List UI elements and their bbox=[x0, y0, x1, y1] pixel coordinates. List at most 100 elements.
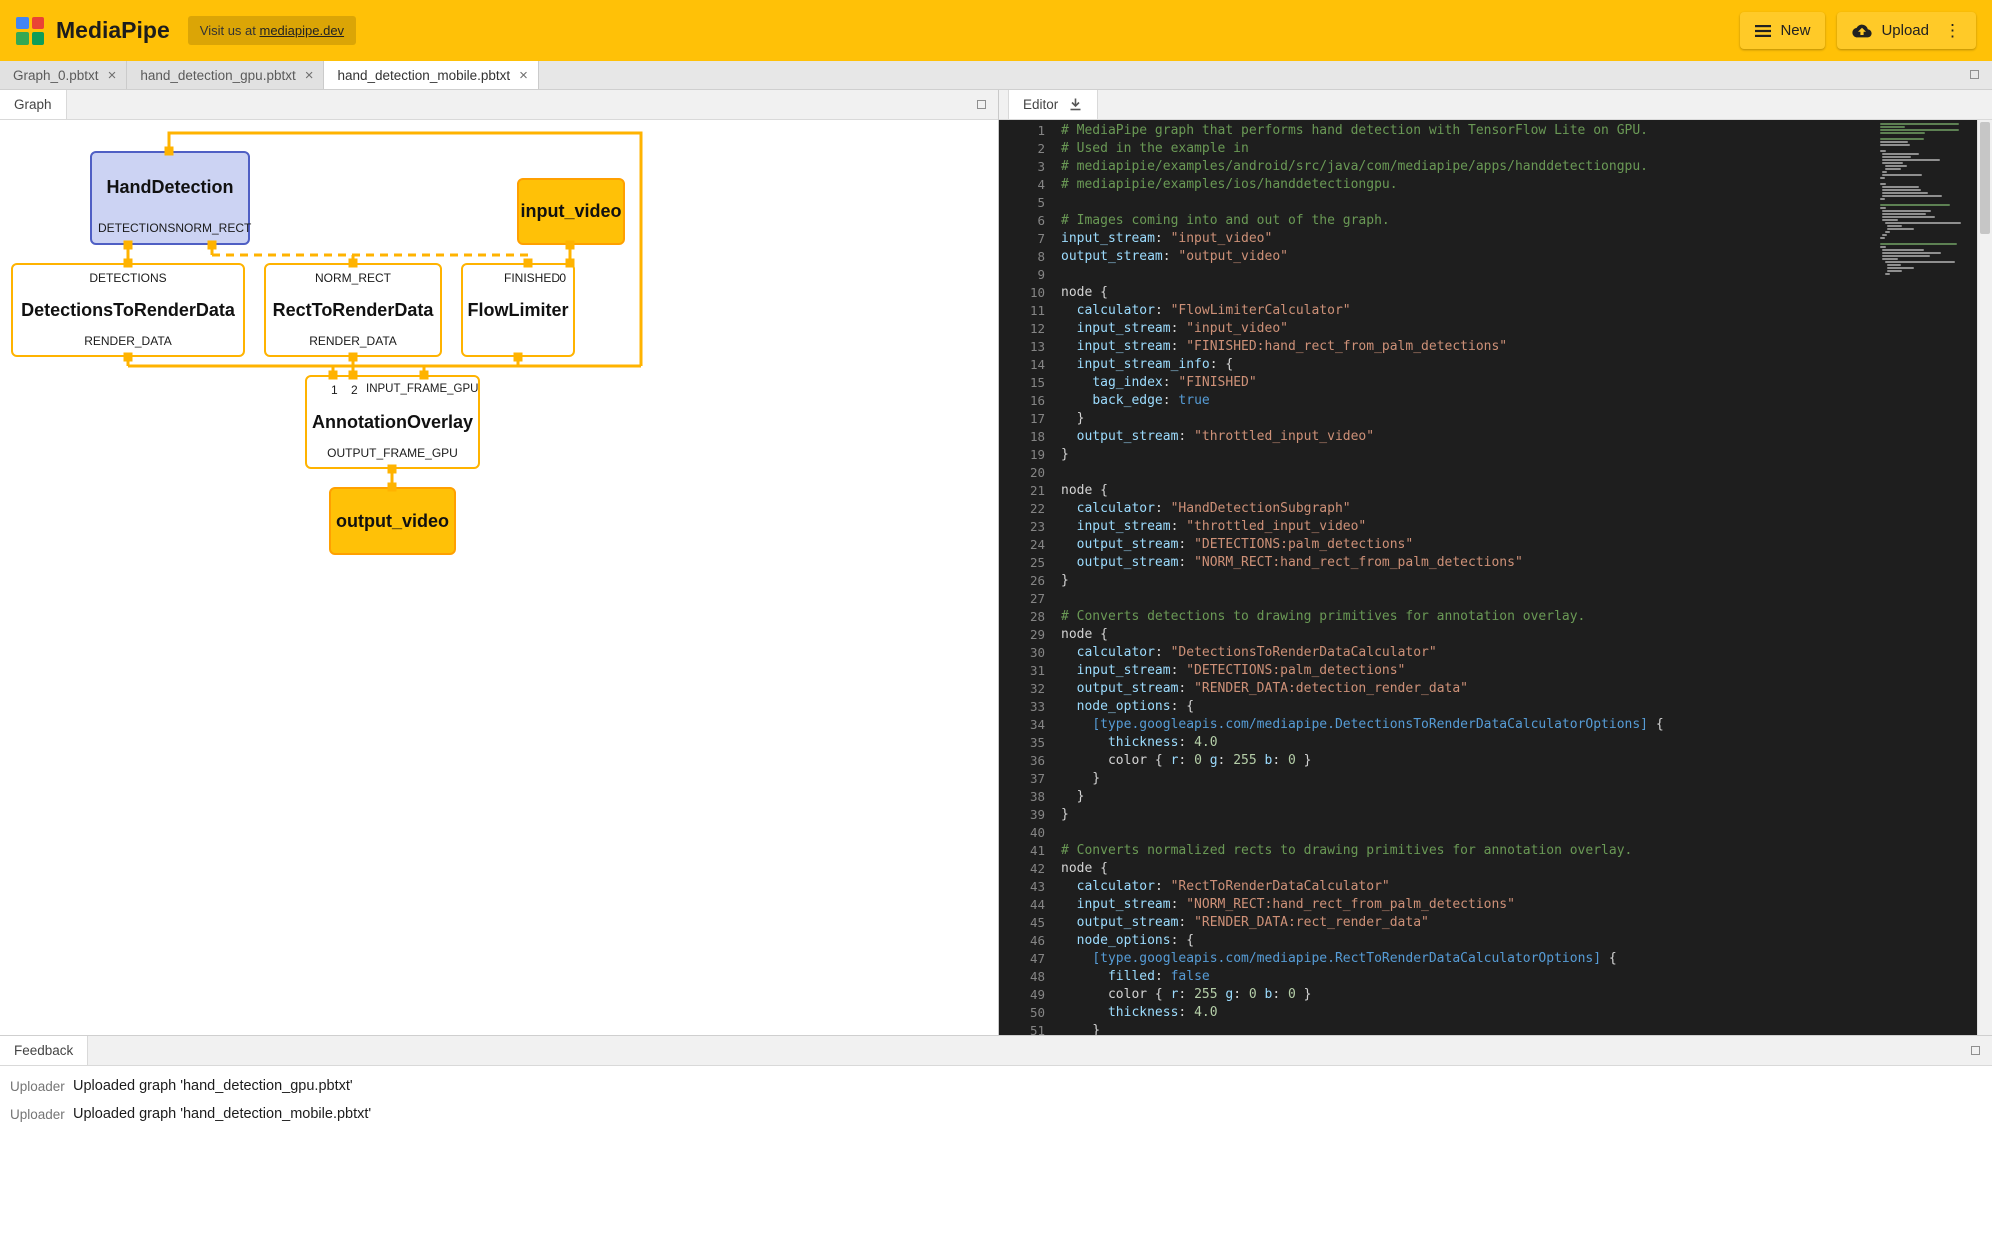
code-line[interactable]: 15 tag_index: "FINISHED" bbox=[999, 374, 1992, 392]
code-line[interactable]: 6# Images coming into and out of the gra… bbox=[999, 212, 1992, 230]
close-tab-icon[interactable]: × bbox=[305, 68, 314, 83]
code-line[interactable]: 46 node_options: { bbox=[999, 932, 1992, 950]
tab-hand-detection-gpu-pbtxt[interactable]: hand_detection_gpu.pbtxt × bbox=[127, 61, 324, 89]
code-line[interactable]: 37 } bbox=[999, 770, 1992, 788]
code-line[interactable]: 35 thickness: 4.0 bbox=[999, 734, 1992, 752]
mediapipe-dev-link[interactable]: mediapipe.dev bbox=[260, 23, 345, 38]
scrollbar-thumb[interactable] bbox=[1980, 122, 1990, 234]
code-line[interactable]: 10node { bbox=[999, 284, 1992, 302]
code-line[interactable]: 34 [type.googleapis.com/mediapipe.Detect… bbox=[999, 716, 1992, 734]
log-message: Uploaded graph 'hand_detection_gpu.pbtxt… bbox=[73, 1078, 353, 1094]
code-line[interactable]: 20 bbox=[999, 464, 1992, 482]
code-line[interactable]: 9 bbox=[999, 266, 1992, 284]
code-line[interactable]: 51 } bbox=[999, 1022, 1992, 1035]
code-line[interactable]: 1# MediaPipe graph that performs hand de… bbox=[999, 122, 1992, 140]
code-line[interactable]: 44 input_stream: "NORM_RECT:hand_rect_fr… bbox=[999, 896, 1992, 914]
code-line[interactable]: 17 } bbox=[999, 410, 1992, 428]
code-line[interactable]: 31 input_stream: "DETECTIONS:palm_detect… bbox=[999, 662, 1992, 680]
graph-canvas[interactable]: HandDetection DETECTIONS NORM_RECT input… bbox=[0, 120, 998, 1035]
code-line[interactable]: 4# mediapipie/examples/ios/handdetection… bbox=[999, 176, 1992, 194]
code-line[interactable]: 13 input_stream: "FINISHED:hand_rect_fro… bbox=[999, 338, 1992, 356]
code-line[interactable]: 12 input_stream: "input_video" bbox=[999, 320, 1992, 338]
code-line[interactable]: 30 calculator: "DetectionsToRenderDataCa… bbox=[999, 644, 1992, 662]
code-line[interactable]: 7input_stream: "input_video" bbox=[999, 230, 1992, 248]
tab-editor-view[interactable]: Editor bbox=[1008, 90, 1098, 119]
port-label: 1 bbox=[331, 383, 338, 397]
expand-feedback-icon[interactable] bbox=[1971, 1046, 1980, 1055]
graph-node-detections-to-render-data[interactable]: DETECTIONS DetectionsToRenderData RENDER… bbox=[11, 263, 245, 357]
visit-us-badge: Visit us at mediapipe.dev bbox=[188, 16, 356, 45]
port-label: OUTPUT_FRAME_GPU bbox=[327, 446, 458, 460]
code-line[interactable]: 5 bbox=[999, 194, 1992, 212]
code-line[interactable]: 49 color { r: 255 g: 0 b: 0 } bbox=[999, 986, 1992, 1004]
code-line[interactable]: 50 thickness: 4.0 bbox=[999, 1004, 1992, 1022]
graph-node-input-video[interactable]: input_video bbox=[517, 178, 625, 245]
code-line[interactable]: 29node { bbox=[999, 626, 1992, 644]
code-line[interactable]: 32 output_stream: "RENDER_DATA:detection… bbox=[999, 680, 1992, 698]
code-line[interactable]: 8output_stream: "output_video" bbox=[999, 248, 1992, 266]
graph-node-annotation-overlay[interactable]: 1 2 INPUT_FRAME_GPU AnnotationOverlay OU… bbox=[305, 375, 480, 469]
code-line[interactable]: 36 color { r: 0 g: 255 b: 0 } bbox=[999, 752, 1992, 770]
editor-scrollbar[interactable] bbox=[1977, 120, 1992, 1035]
code-line[interactable]: 23 input_stream: "throttled_input_video" bbox=[999, 518, 1992, 536]
log-source: Uploader bbox=[10, 1107, 65, 1122]
code-line[interactable]: 47 [type.googleapis.com/mediapipe.RectTo… bbox=[999, 950, 1992, 968]
tab-graph-view[interactable]: Graph bbox=[0, 90, 67, 119]
port-label: DETECTIONS bbox=[89, 271, 166, 285]
code-line[interactable]: 19} bbox=[999, 446, 1992, 464]
expand-panel-icon[interactable] bbox=[1970, 70, 1979, 79]
code-line[interactable]: 39} bbox=[999, 806, 1992, 824]
tab-feedback[interactable]: Feedback bbox=[0, 1036, 88, 1065]
node-output-labels bbox=[465, 334, 571, 349]
code-line[interactable]: 16 back_edge: true bbox=[999, 392, 1992, 410]
code-line[interactable]: 48 filled: false bbox=[999, 968, 1992, 986]
code-line[interactable]: 3# mediapipie/examples/android/src/java/… bbox=[999, 158, 1992, 176]
graph-node-flow-limiter[interactable]: FINISHED 0 FlowLimiter bbox=[461, 263, 575, 357]
graph-node-output-video[interactable]: output_video bbox=[329, 487, 456, 555]
port-label: 2 bbox=[351, 383, 358, 397]
tab-graph-0-pbtxt[interactable]: Graph_0.pbtxt × bbox=[0, 61, 127, 89]
logo-tile bbox=[32, 32, 45, 45]
code-line[interactable]: 11 calculator: "FlowLimiterCalculator" bbox=[999, 302, 1992, 320]
code-line[interactable]: 45 output_stream: "RENDER_DATA:rect_rend… bbox=[999, 914, 1992, 932]
main-split: Graph HandDetection DETECTIONS NORM_RECT… bbox=[0, 90, 1992, 1035]
tab-label: hand_detection_mobile.pbtxt bbox=[337, 68, 510, 83]
feedback-panel: Feedback Uploader Uploaded graph 'hand_d… bbox=[0, 1035, 1992, 1236]
port-label: INPUT_FRAME_GPU bbox=[366, 383, 478, 395]
code-line[interactable]: 18 output_stream: "throttled_input_video… bbox=[999, 428, 1992, 446]
code-editor[interactable]: 1# MediaPipe graph that performs hand de… bbox=[999, 120, 1992, 1035]
code-line[interactable]: 27 bbox=[999, 590, 1992, 608]
app-header: MediaPipe Visit us at mediapipe.dev New … bbox=[0, 0, 1992, 61]
graph-node-hand-detection[interactable]: HandDetection DETECTIONS NORM_RECT bbox=[90, 151, 250, 245]
node-title: HandDetection bbox=[92, 177, 248, 198]
download-icon[interactable] bbox=[1068, 97, 1083, 112]
code-line[interactable]: 28# Converts detections to drawing primi… bbox=[999, 608, 1992, 626]
node-input-labels: 1 2 INPUT_FRAME_GPU bbox=[309, 383, 476, 398]
code-line[interactable]: 21node { bbox=[999, 482, 1992, 500]
port-label: RENDER_DATA bbox=[84, 334, 172, 348]
kebab-menu-icon[interactable]: ⋮ bbox=[1944, 21, 1961, 41]
expand-graph-icon[interactable] bbox=[977, 100, 986, 109]
code-line[interactable]: 22 calculator: "HandDetectionSubgraph" bbox=[999, 500, 1992, 518]
code-line[interactable]: 33 node_options: { bbox=[999, 698, 1992, 716]
tab-hand-detection-mobile-pbtxt[interactable]: hand_detection_mobile.pbtxt × bbox=[324, 61, 538, 89]
graph-node-rect-to-render-data[interactable]: NORM_RECT RectToRenderData RENDER_DATA bbox=[264, 263, 442, 357]
code-line[interactable]: 26} bbox=[999, 572, 1992, 590]
code-lines: 1# MediaPipe graph that performs hand de… bbox=[999, 122, 1992, 1035]
code-line[interactable]: 43 calculator: "RectToRenderDataCalculat… bbox=[999, 878, 1992, 896]
close-tab-icon[interactable]: × bbox=[108, 68, 117, 83]
upload-button[interactable]: Upload ⋮ bbox=[1837, 12, 1976, 49]
close-tab-icon[interactable]: × bbox=[519, 68, 528, 83]
code-line[interactable]: 24 output_stream: "DETECTIONS:palm_detec… bbox=[999, 536, 1992, 554]
editor-minimap[interactable] bbox=[1880, 123, 1977, 276]
code-line[interactable]: 14 input_stream_info: { bbox=[999, 356, 1992, 374]
code-line[interactable]: 42node { bbox=[999, 860, 1992, 878]
code-line[interactable]: 40 bbox=[999, 824, 1992, 842]
code-line[interactable]: 41# Converts normalized rects to drawing… bbox=[999, 842, 1992, 860]
new-button[interactable]: New bbox=[1740, 12, 1825, 49]
code-line[interactable]: 2# Used in the example in bbox=[999, 140, 1992, 158]
tab-label: Graph_0.pbtxt bbox=[13, 68, 99, 83]
code-line[interactable]: 25 output_stream: "NORM_RECT:hand_rect_f… bbox=[999, 554, 1992, 572]
mediapipe-logo bbox=[16, 17, 44, 45]
code-line[interactable]: 38 } bbox=[999, 788, 1992, 806]
